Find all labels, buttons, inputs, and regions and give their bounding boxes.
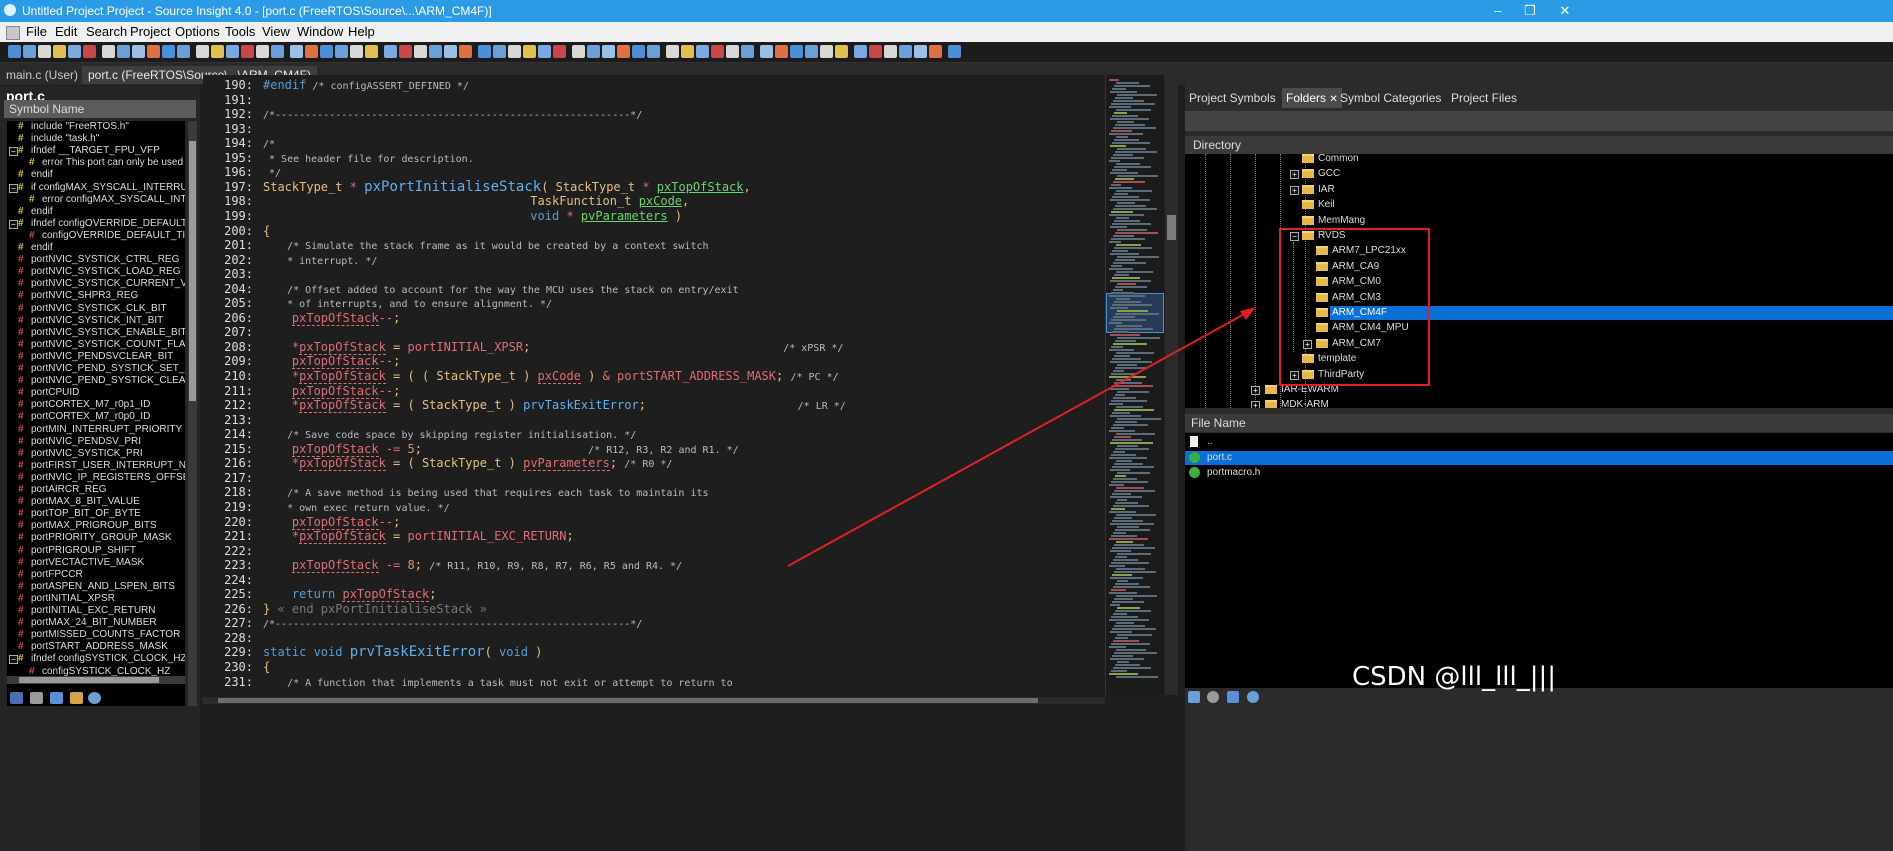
- watermark: CSDN @lll_lll_|||: [1352, 662, 1557, 692]
- annotation-arrow: [787, 307, 1256, 567]
